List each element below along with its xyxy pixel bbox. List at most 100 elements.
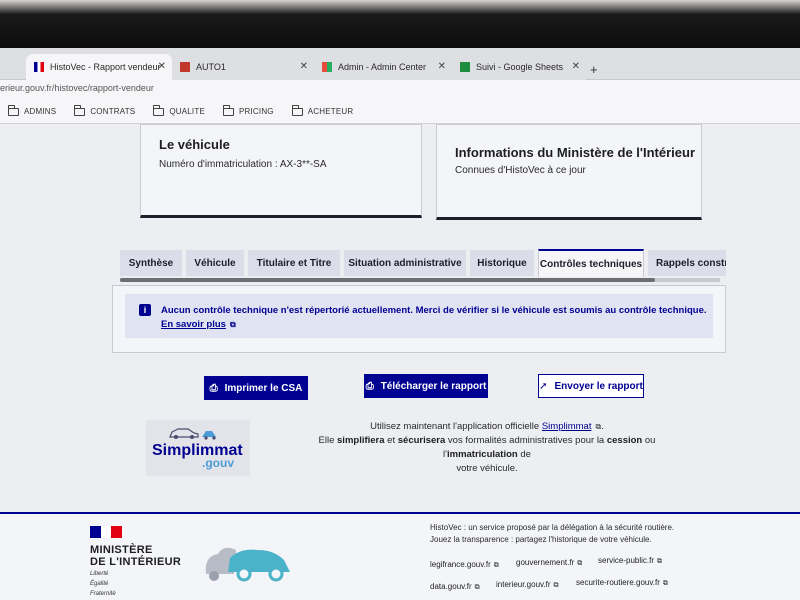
browser-tab-bar: HistoVec - Rapport vendeur ✕ AUTO1 ✕ Adm… bbox=[0, 48, 800, 80]
ministry-card: Informations du Ministère de l'Intérieur… bbox=[436, 124, 702, 220]
link-label: service-public.fr bbox=[598, 556, 655, 565]
close-icon[interactable]: ✕ bbox=[158, 61, 166, 72]
scrollbar-thumb[interactable] bbox=[120, 278, 655, 282]
vehicle-card: Le véhicule Numéro d'immatriculation : A… bbox=[140, 124, 422, 218]
browser-tab-label: AUTO1 bbox=[196, 62, 226, 72]
link-label: Simplimmat bbox=[541, 421, 592, 432]
external-link-icon: ⧉ bbox=[553, 582, 559, 589]
bookmark-contrats[interactable]: CONTRATS bbox=[74, 104, 135, 116]
promo-bold: simplifiera bbox=[337, 435, 385, 446]
promo-bold: sécurisera bbox=[397, 435, 446, 446]
tabs-scrollbar[interactable] bbox=[120, 278, 720, 283]
promo-line-1: Utilisez maintenant l'application offici… bbox=[282, 420, 692, 434]
page-content: Le véhicule Numéro d'immatriculation : A… bbox=[0, 124, 800, 600]
motto-line: Égalité bbox=[90, 581, 109, 587]
promo-bold: immatriculation bbox=[446, 449, 518, 460]
browser-tab-admin[interactable]: Admin - Admin Center ✕ bbox=[314, 54, 452, 80]
promo-text: de bbox=[517, 449, 531, 460]
card-title: Informations du Ministère de l'Intérieur bbox=[455, 145, 696, 160]
footer-desc-line: Jouez la transparence : partagez l'histo… bbox=[430, 535, 652, 544]
folder-icon bbox=[153, 104, 165, 116]
auto1-icon bbox=[180, 62, 190, 72]
browser-tab-sheets[interactable]: Suivi - Google Sheets ✕ bbox=[452, 54, 586, 80]
footer-link-legifrance[interactable]: legifrance.gouv.fr ⧉ bbox=[430, 560, 499, 570]
footer-link-interieur[interactable]: interieur.gouv.fr ⧉ bbox=[496, 580, 559, 590]
tab-historique[interactable]: Historique bbox=[470, 250, 534, 276]
footer-link-gouvernement[interactable]: gouvernement.fr ⧉ bbox=[516, 558, 582, 568]
registration-number: Numéro d'immatriculation : AX-3**-SA bbox=[159, 159, 327, 170]
promo-text: et bbox=[384, 435, 398, 446]
link-label: legifrance.gouv.fr bbox=[430, 560, 491, 569]
bookmark-label: PRICING bbox=[238, 107, 274, 116]
simplimmat-link[interactable]: Simplimmat bbox=[542, 421, 592, 432]
button-label: Imprimer le CSA bbox=[224, 382, 303, 394]
bookmark-label: ACHETEUR bbox=[307, 107, 354, 116]
learn-more-link[interactable]: En savoir plus ⧉ bbox=[161, 319, 236, 330]
promo-text: Utilisez maintenant l'application offici… bbox=[370, 421, 542, 432]
bookmark-pricing[interactable]: PRICING bbox=[222, 104, 274, 116]
new-tab-button[interactable]: + bbox=[590, 62, 598, 77]
tab-situation-administrative[interactable]: Situation administrative bbox=[344, 250, 466, 276]
footer-link-securite-routiere[interactable]: securite-routiere.gouv.fr ⧉ bbox=[576, 578, 668, 588]
french-flag-icon bbox=[34, 62, 44, 72]
external-link-icon: ⧉ bbox=[577, 560, 583, 567]
browser-tab-label: HistoVec - Rapport vendeur bbox=[50, 62, 161, 72]
tab-synthese[interactable]: Synthèse bbox=[120, 250, 182, 276]
footer-link-service-public[interactable]: service-public.fr ⧉ bbox=[598, 556, 662, 566]
simplimmat-promo: Utilisez maintenant l'application offici… bbox=[282, 420, 692, 476]
tab-rappels-constructeur[interactable]: Rappels constru bbox=[648, 250, 726, 276]
folder-icon bbox=[222, 104, 234, 116]
card-text: Connues d'HistoVec à ce jour bbox=[455, 165, 586, 176]
alert-message: Aucun contrôle technique n'est répertori… bbox=[161, 304, 709, 332]
ministry-logo: MINISTÈRE DE L'INTÉRIEUR Liberté Égalité… bbox=[90, 526, 181, 598]
bookmark-admins[interactable]: ADMINS bbox=[8, 104, 57, 116]
footer-link-data-gouv[interactable]: data.gouv.fr ⧉ bbox=[430, 582, 480, 592]
monitor-bezel bbox=[0, 0, 800, 48]
link-label: securite-routiere.gouv.fr bbox=[576, 578, 660, 587]
promo-line-3: votre véhicule. bbox=[456, 463, 518, 474]
simplimmat-logo[interactable]: Simplimmat .gouv bbox=[146, 420, 250, 476]
printer-icon: ⎙ bbox=[209, 382, 218, 394]
footer-description: HistoVec : un service proposé par la dél… bbox=[430, 522, 674, 546]
address-bar[interactable]: erieur.gouv.fr/histovec/rapport-vendeur bbox=[0, 80, 800, 100]
tab-panel-controles: i Aucun contrôle technique n'est réperto… bbox=[112, 285, 726, 353]
download-report-button[interactable]: ⎙ Télécharger le rapport bbox=[364, 374, 488, 398]
close-icon[interactable]: ✕ bbox=[300, 61, 308, 72]
close-icon[interactable]: ✕ bbox=[572, 61, 580, 72]
link-label: interieur.gouv.fr bbox=[496, 580, 551, 589]
bookmarks-bar: ADMINS CONTRATS QUALITE PRICING ACHETEUR bbox=[0, 100, 800, 124]
link-label: data.gouv.fr bbox=[430, 582, 472, 591]
info-icon: i bbox=[139, 304, 151, 316]
histovec-logo bbox=[205, 547, 290, 582]
footer: MINISTÈRE DE L'INTÉRIEUR Liberté Égalité… bbox=[0, 512, 800, 600]
browser-tab-label: Admin - Admin Center bbox=[338, 62, 427, 72]
french-flag-icon bbox=[90, 526, 123, 538]
folder-icon bbox=[291, 104, 303, 116]
external-link-icon: ⧉ bbox=[474, 584, 480, 591]
print-csa-button[interactable]: ⎙ Imprimer le CSA bbox=[204, 376, 308, 400]
external-link-icon: ⧉ bbox=[493, 562, 499, 569]
close-icon[interactable]: ✕ bbox=[438, 61, 446, 72]
car-icon bbox=[169, 428, 216, 440]
ministry-name-line: DE L'INTÉRIEUR bbox=[90, 556, 182, 568]
tab-titulaire[interactable]: Titulaire et Titre bbox=[248, 250, 340, 276]
promo-line-2: Elle simplifiera et sécurisera vos forma… bbox=[282, 434, 692, 462]
bookmark-qualite[interactable]: QUALITE bbox=[153, 104, 205, 116]
external-link-icon: ⧉ bbox=[229, 320, 236, 329]
external-link-icon: ⧉ bbox=[662, 580, 668, 587]
tab-vehicule[interactable]: Véhicule bbox=[186, 250, 244, 276]
bookmark-acheteur[interactable]: ACHETEUR bbox=[291, 104, 354, 116]
info-alert: i Aucun contrôle technique n'est réperto… bbox=[125, 294, 713, 338]
send-icon: ➚ bbox=[539, 380, 548, 392]
browser-tab-auto1[interactable]: AUTO1 ✕ bbox=[172, 54, 314, 80]
bookmark-label: ADMINS bbox=[24, 107, 57, 116]
footer-desc-line: HistoVec : un service proposé par la dél… bbox=[430, 523, 675, 532]
alert-text: Aucun contrôle technique n'est répertori… bbox=[161, 305, 707, 316]
send-report-button[interactable]: ➚ Envoyer le rapport bbox=[538, 374, 644, 398]
bookmark-label: QUALITE bbox=[169, 107, 205, 116]
folder-icon bbox=[74, 104, 86, 116]
tab-controles-techniques[interactable]: Contrôles techniques bbox=[538, 249, 644, 277]
browser-tab-label: Suivi - Google Sheets bbox=[476, 62, 564, 72]
link-label: En savoir plus bbox=[161, 319, 226, 330]
browser-tab-histovec[interactable]: HistoVec - Rapport vendeur ✕ bbox=[26, 54, 172, 80]
